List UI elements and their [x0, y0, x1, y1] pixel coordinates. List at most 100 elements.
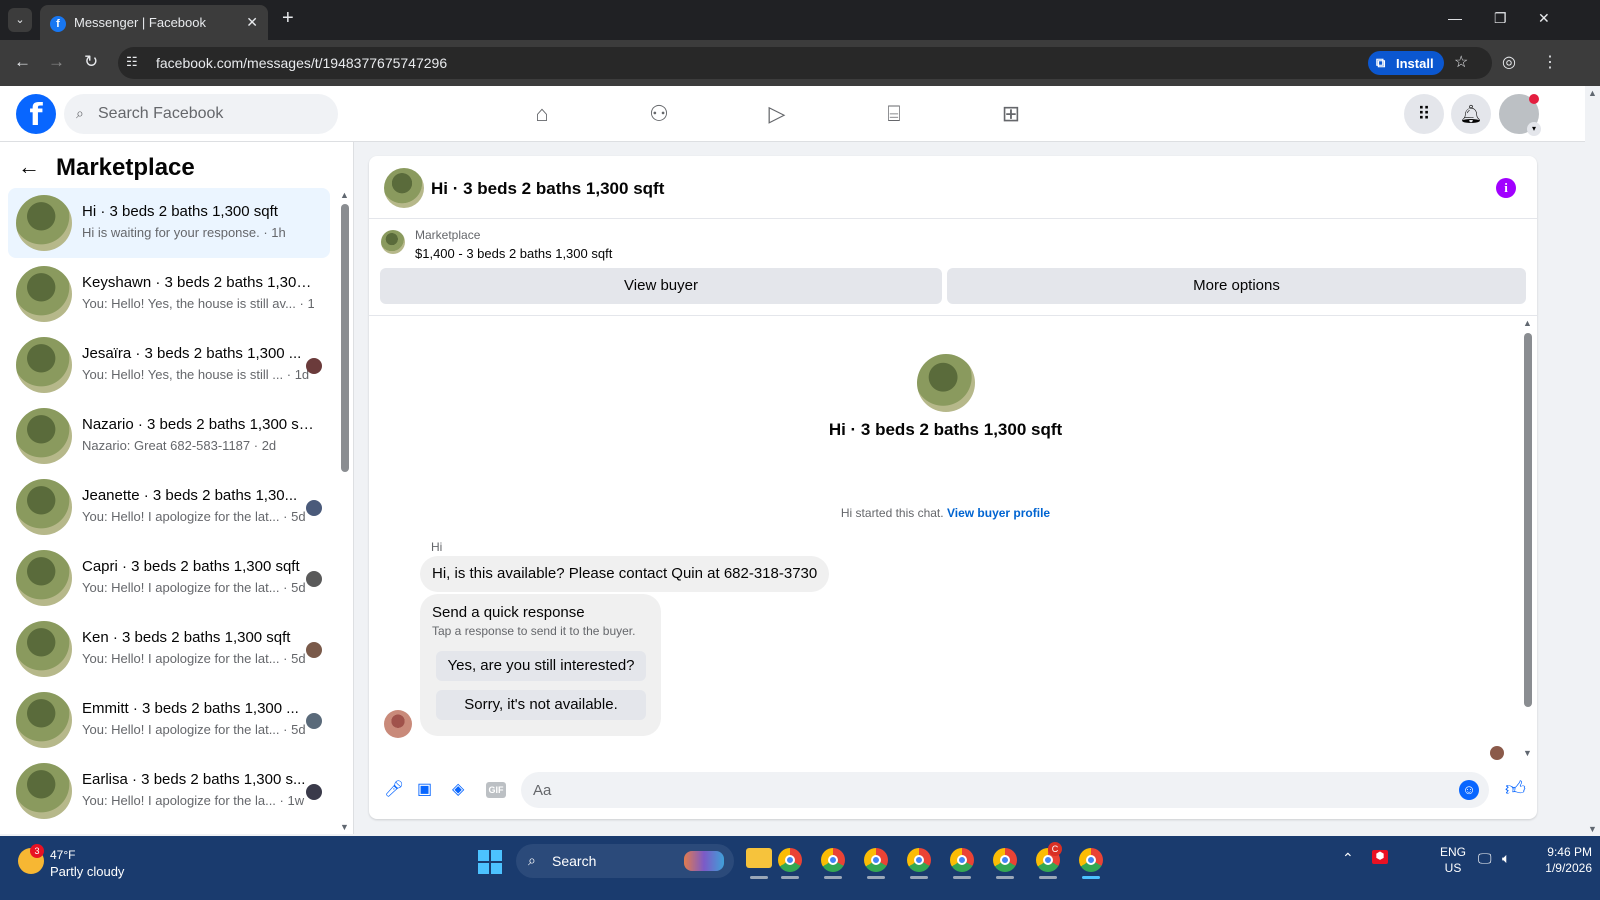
site-info-icon[interactable]: ☷: [126, 54, 138, 70]
chat-scroll-down-arrow[interactable]: ▼: [1523, 748, 1532, 758]
menu-grid-icon[interactable]: ⠿: [1404, 94, 1444, 134]
chrome-taskbar-icon[interactable]: [907, 848, 931, 872]
conversation-item[interactable]: Jesaïra · 3 beds 2 baths 1,300 ... You: H…: [8, 330, 330, 400]
gif-icon[interactable]: GIF: [486, 782, 506, 798]
chrome-taskbar-icon[interactable]: [821, 848, 845, 872]
sidebar-scrollbar[interactable]: [341, 204, 349, 472]
app-running-indicator: [1039, 876, 1057, 879]
sticker-icon[interactable]: ◈: [452, 779, 464, 799]
chat-avatar[interactable]: [384, 168, 424, 208]
chrome-taskbar-icon[interactable]: [864, 848, 888, 872]
profile-icon[interactable]: ◎: [1502, 52, 1516, 72]
conversation-item[interactable]: Emmitt · 3 beds 2 baths 1,300 ... You: He…: [8, 685, 330, 755]
close-tab-icon[interactable]: ✕: [246, 14, 258, 31]
photo-icon[interactable]: ▣: [417, 779, 432, 799]
chrome-taskbar-icon[interactable]: [950, 848, 974, 872]
chat-scroll-up-arrow[interactable]: ▲: [1523, 318, 1532, 328]
tab-search-button[interactable]: ⌄: [8, 8, 32, 32]
quick-response-sorry-button[interactable]: Sorry, it's not available.: [436, 690, 646, 720]
conversation-item[interactable]: Keyshawn · 3 beds 2 baths 1,300... You: H…: [8, 259, 330, 329]
conversation-item[interactable]: Capri · 3 beds 2 baths 1,300 sqft You: He…: [8, 543, 330, 613]
buyer-avatar[interactable]: [384, 710, 412, 738]
conversation-thumbnail: [16, 337, 72, 393]
bookmark-star-icon[interactable]: ☆: [1454, 52, 1468, 72]
sender-name: Hi: [431, 540, 443, 554]
language-indicator[interactable]: ENG US: [1440, 844, 1466, 876]
scroll-up-arrow[interactable]: ▲: [340, 190, 349, 200]
volume-icon[interactable]: 🔈︎: [1502, 850, 1510, 867]
message-input[interactable]: Aa ☺: [521, 772, 1489, 808]
close-window-button[interactable]: ✕: [1538, 10, 1550, 27]
windows-start-icon[interactable]: [478, 850, 502, 874]
video-icon[interactable]: ▷: [757, 98, 797, 130]
back-arrow-icon[interactable]: ←: [18, 154, 40, 180]
reload-icon[interactable]: ↻: [84, 52, 98, 72]
gaming-icon[interactable]: ⊞: [991, 98, 1031, 130]
info-icon[interactable]: i: [1496, 178, 1516, 198]
read-receipt-avatar: [306, 713, 322, 729]
started-text: Hi started this chat.: [840, 506, 944, 520]
taskbar-search[interactable]: ⌕ Search: [516, 844, 734, 878]
chat-scrollbar[interactable]: [1524, 333, 1532, 707]
app-running-indicator: [996, 876, 1014, 879]
minimize-button[interactable]: —: [1448, 10, 1462, 26]
read-receipt-avatar: [306, 571, 322, 587]
facebook-search-input[interactable]: ⌕ Search Facebook: [64, 94, 338, 134]
conversation-item[interactable]: Hi · 3 beds 2 baths 1,300 sqft Hi is wait…: [8, 188, 330, 258]
marketplace-icon[interactable]: ⌸: [874, 98, 914, 130]
conversation-item[interactable]: Jeanette · 3 beds 2 baths 1,30... You: He…: [8, 472, 330, 542]
forward-icon[interactable]: →: [48, 52, 65, 72]
browser-tab-bar: ⌄ f Messenger | Facebook ✕ + — ❐ ✕: [0, 0, 1600, 40]
view-buyer-profile-link[interactable]: View buyer profile: [947, 506, 1050, 520]
url-text[interactable]: facebook.com/messages/t/1948377675747296: [156, 55, 447, 71]
friends-icon[interactable]: ⚇: [639, 98, 679, 130]
chrome-taskbar-icon[interactable]: [993, 848, 1017, 872]
conversation-preview: Hi is waiting for your response. · 1h: [82, 225, 286, 240]
chat-title[interactable]: Hi · 3 beds 2 baths 1,300 sqft: [431, 179, 664, 199]
conversation-item[interactable]: Earlisa · 3 beds 2 baths 1,300 s... You: …: [8, 756, 330, 826]
conversation-name: Earlisa · 3 beds 2 baths 1,300 s...: [82, 771, 306, 788]
conversation-name: Nazario · 3 beds 2 baths 1,300 sqft: [82, 416, 314, 433]
app-running-indicator: [781, 876, 799, 879]
weather-icon[interactable]: 3: [18, 844, 44, 874]
more-options-button[interactable]: More options: [947, 268, 1526, 304]
app-running-indicator: [867, 876, 885, 879]
home-icon[interactable]: ⌂: [522, 98, 562, 130]
quick-response-card: Send a quick response Tap a response to …: [420, 594, 661, 736]
conversation-thumbnail: [16, 408, 72, 464]
page-scroll-down-arrow[interactable]: ▼: [1588, 824, 1597, 834]
notifications-bell-icon[interactable]: 🔔︎: [1451, 94, 1491, 134]
address-bar[interactable]: ☷ facebook.com/messages/t/19483776757472…: [118, 47, 1492, 79]
menu-kebab-icon[interactable]: ⋮: [1542, 52, 1558, 72]
weather-temperature[interactable]: 47°F: [50, 848, 75, 862]
install-app-button[interactable]: ⧉ Install: [1368, 51, 1444, 75]
browser-tab-messenger[interactable]: f Messenger | Facebook ✕: [40, 5, 268, 40]
tray-app-icon[interactable]: ⬢: [1372, 850, 1388, 864]
conversation-item[interactable]: Nazario · 3 beds 2 baths 1,300 sqft Nazar…: [8, 401, 330, 471]
facebook-logo[interactable]: f: [16, 94, 56, 134]
conversation-thumbnail: [16, 550, 72, 606]
app-running-indicator: [824, 876, 842, 879]
quick-response-yes-button[interactable]: Yes, are you still interested?: [436, 651, 646, 681]
emoji-icon[interactable]: ☺: [1459, 780, 1479, 800]
chat-header: Hi · 3 beds 2 baths 1,300 sqft i: [369, 156, 1537, 219]
network-icon[interactable]: 🖵︎: [1478, 850, 1492, 867]
page-scroll-up-arrow[interactable]: ▲: [1588, 88, 1597, 98]
chrome-taskbar-icon[interactable]: [1079, 848, 1103, 872]
system-clock[interactable]: 9:46 PM 1/9/2026: [1528, 844, 1592, 876]
read-receipt-avatar: [306, 358, 322, 374]
microphone-icon[interactable]: 🎤︎: [384, 779, 404, 799]
conversation-item[interactable]: Ken · 3 beds 2 baths 1,300 sqft You: Hell…: [8, 614, 330, 684]
show-hidden-icons-chevron[interactable]: ⌃: [1342, 850, 1354, 867]
conversation-preview: Nazario: Great 682-583-1187 · 2d: [82, 438, 277, 453]
account-avatar[interactable]: ▾: [1499, 94, 1541, 136]
new-tab-button[interactable]: +: [282, 7, 294, 30]
chrome-taskbar-icon[interactable]: [778, 848, 802, 872]
weather-description[interactable]: Partly cloudy: [50, 864, 124, 879]
thumbs-up-icon[interactable]: 👍︎: [1505, 777, 1526, 801]
restore-button[interactable]: ❐: [1494, 10, 1507, 27]
back-icon[interactable]: ←: [14, 52, 31, 72]
view-buyer-button[interactable]: View buyer: [380, 268, 942, 304]
file-explorer-icon[interactable]: [746, 848, 772, 868]
scroll-down-arrow[interactable]: ▼: [340, 822, 349, 832]
